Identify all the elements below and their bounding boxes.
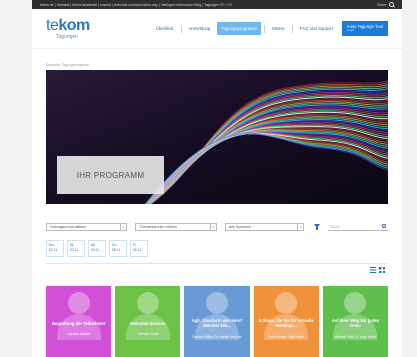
- session-card[interactable]: Agil, Standard oder eine? Welcher lieb..…: [184, 286, 250, 357]
- session-card[interactable]: 5 Dinge, die Sie für virtuelle Meetings.…: [253, 286, 319, 357]
- session-speaker: Sandra Müller Dr. Martin Kreuzer: [192, 334, 242, 339]
- view-toggle: [370, 267, 385, 273]
- logo-subtitle: Tagungen: [56, 33, 78, 40]
- session-title: Begrüßung der Teilnehmer: [52, 320, 106, 326]
- date-tab-date: 04.11.: [91, 248, 101, 253]
- top-search-label[interactable]: Suche: [377, 3, 386, 7]
- date-tabs: Mo. 02.11. Di. 03.11. Mi. 04.11. Do. 05.…: [46, 240, 148, 257]
- chevron-down-icon: ▾: [120, 224, 126, 230]
- speaker-photo: [344, 292, 367, 314]
- speaker-photo: [275, 292, 298, 314]
- date-tab-date: 06.11.: [133, 248, 143, 253]
- section-divider: [46, 263, 388, 264]
- session-title: Agil, Standard oder eine? Welcher lieb..…: [191, 317, 243, 329]
- session-title: Welcome Session: [130, 320, 166, 326]
- session-title: Auf Ihrer Weg zur guten Doku: [331, 317, 380, 329]
- grid-view-icon[interactable]: [379, 267, 385, 273]
- nav-item-program[interactable]: Tagungsprogramm: [217, 22, 262, 35]
- format-select-value: Vortragsformat wählen: [50, 225, 86, 229]
- date-tab[interactable]: Mi. 04.11.: [88, 240, 106, 257]
- page: tekom.de | Verband | tekom-akademie | tc…: [32, 0, 402, 357]
- hero-banner: IHR PROGRAMM: [46, 70, 388, 204]
- session-speaker: Thomas Groth: [136, 332, 159, 337]
- search-icon[interactable]: [389, 2, 394, 7]
- conference-tool-sub: Login: [347, 28, 355, 33]
- nav-item-faq[interactable]: FAQ und Support: [296, 22, 337, 35]
- session-card[interactable]: Welcome Session Thomas Groth: [115, 286, 181, 357]
- filter-icon[interactable]: [314, 224, 320, 230]
- session-card[interactable]: Auf Ihrer Weg zur guten Doku Michael Rot…: [322, 286, 389, 357]
- date-tab[interactable]: Fr. 06.11.: [130, 240, 148, 257]
- date-tab-date: 05.11.: [112, 248, 122, 253]
- speaker-photo: [206, 292, 228, 314]
- speaker-photo: [67, 292, 90, 314]
- logo-word-te: te: [46, 16, 59, 34]
- search-icon[interactable]: [382, 224, 386, 228]
- nav-item-registration[interactable]: Anmeldung: [185, 22, 215, 35]
- language-select-value: Alle Sprachen: [228, 225, 252, 229]
- chevron-down-icon: ▾: [209, 224, 216, 230]
- top-links[interactable]: tekom.de | Verband | tekom-akademie | tc…: [40, 3, 377, 7]
- filter-bar: Vortragsformat wählen ▾ Themenbereich wä…: [46, 220, 388, 234]
- session-title: 5 Dinge, die Sie für virtuelle Meetings.…: [258, 317, 314, 329]
- date-tab[interactable]: Mo. 02.11.: [46, 240, 64, 257]
- list-view-icon[interactable]: [370, 267, 376, 273]
- language-select[interactable]: Alle Sprachen ▾: [224, 223, 305, 231]
- conference-tool-button[interactable]: mein Tagungs-Tool Login: [342, 21, 388, 36]
- program-search-placeholder: Suche: [330, 224, 341, 229]
- session-speaker: Michael Roth Dr. Anja Keller: [334, 334, 377, 339]
- nav-item-overview[interactable]: Überblick: [152, 22, 178, 35]
- session-card[interactable]: Begrüßung der Teilnehmer Carsten Weber: [46, 286, 112, 357]
- tekom-logo[interactable]: tekom Tagungen: [46, 16, 90, 40]
- speaker-photo: [136, 292, 159, 314]
- date-tab[interactable]: Do. 05.11.: [109, 240, 127, 257]
- topic-select-value: Themenbereich wählen: [139, 225, 177, 229]
- date-tab[interactable]: Di. 03.11.: [67, 240, 85, 257]
- program-search-input[interactable]: Suche: [328, 223, 388, 231]
- session-speaker: Carsten Weber: [67, 332, 90, 337]
- session-speaker: Petra Bauer Julia Reiter: [268, 334, 305, 339]
- date-tab-date: 03.11.: [70, 248, 80, 253]
- logo-word: tekom: [46, 16, 90, 34]
- format-select[interactable]: Vortragsformat wählen ▾: [46, 223, 128, 231]
- topic-select[interactable]: Themenbereich wählen ▾: [135, 223, 217, 231]
- logo-word-kom: kom: [58, 16, 90, 34]
- site-header: tekom Tagungen Überblick Anmeldung Tagun…: [32, 9, 402, 49]
- nav-divider: [180, 24, 182, 33]
- language-switch[interactable]: DE | EN: [220, 3, 232, 7]
- top-bar: tekom.de | Verband | tekom-akademie | tc…: [32, 0, 402, 9]
- session-cards: Begrüßung der Teilnehmer Carsten Weber W…: [46, 286, 389, 357]
- chevron-down-icon: ▾: [297, 224, 303, 230]
- nav-divider: [264, 24, 266, 33]
- program-title-box: IHR PROGRAMM: [57, 156, 164, 194]
- hero-title: IHR PROGRAMM: [76, 170, 145, 180]
- main-nav: Überblick Anmeldung Tagungsprogramm Mess…: [152, 21, 388, 36]
- top-links-text[interactable]: tekom.de | Verband | tekom-akademie | tc…: [40, 3, 219, 7]
- date-tab-date: 02.11.: [49, 248, 59, 253]
- nav-divider: [291, 24, 293, 33]
- top-search[interactable]: Suche: [377, 2, 394, 7]
- nav-item-fair[interactable]: Messe: [268, 22, 289, 35]
